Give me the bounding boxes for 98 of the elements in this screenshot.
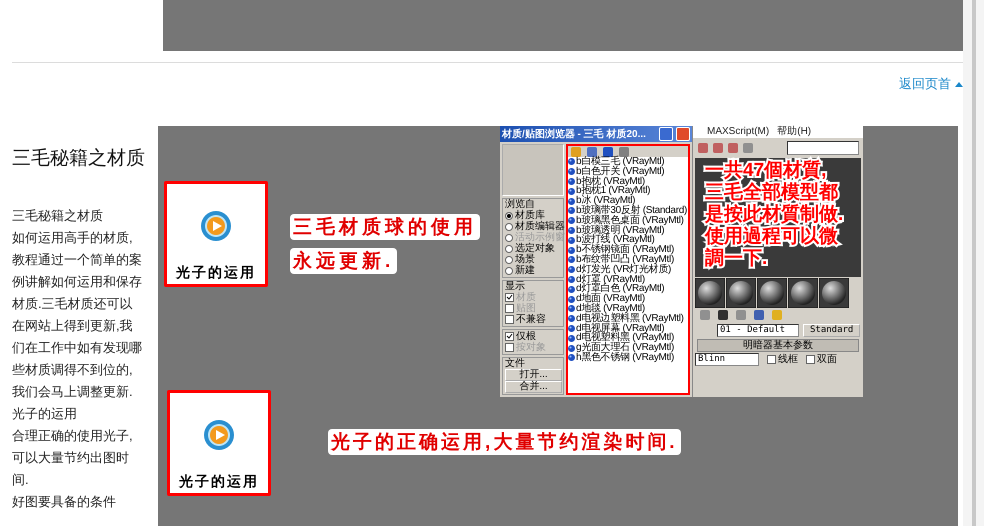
sphere-icon (568, 207, 575, 214)
menu-item[interactable]: MAXScript(M) (707, 127, 770, 137)
material-item[interactable]: d地面 (VRayMtl) (568, 294, 688, 304)
material-item[interactable]: b玻璃透明 (VRayMtl) (568, 226, 688, 236)
tile-label: 光子的运用 (179, 473, 259, 491)
overlay-note: 三毛全部模型都 (705, 182, 838, 204)
paragraph: 光子的运用 (12, 405, 78, 423)
material-slot[interactable] (726, 278, 756, 308)
material-item[interactable]: b白色开关 (VRayMtl) (568, 166, 688, 177)
help-button[interactable] (659, 127, 673, 141)
material-slot[interactable] (788, 278, 818, 308)
shader-dropdown[interactable]: Blinn (695, 353, 759, 366)
paragraph: 合理正确的使用光子,可以大量节约出图时间. (12, 427, 134, 489)
group-label: 浏览自 (505, 200, 535, 210)
sphere-icon (568, 217, 575, 224)
selection-combo[interactable] (787, 141, 859, 155)
file-button[interactable]: 合并... (505, 381, 562, 393)
sphere-icon (568, 315, 575, 322)
radio-option[interactable]: 新建 (505, 265, 562, 276)
play-icon (200, 210, 232, 242)
material-name-field[interactable]: 01 - Default (717, 324, 799, 336)
section-title: 三毛秘籍之材质 (12, 147, 146, 171)
material-slot[interactable] (695, 278, 725, 308)
material-item[interactable]: b玻璃黑色桌面 (VRayMtl) (568, 216, 688, 226)
radio-option[interactable]: 场景 (505, 254, 562, 265)
banner-caption: 永远更新. (290, 248, 398, 274)
sphere-icon (568, 256, 575, 264)
material-item[interactable]: b抱枕 (VRayMtl) (568, 176, 688, 186)
sphere-icon (568, 354, 575, 362)
material-item[interactable]: b波打线 (VRayMtl) (568, 235, 688, 246)
sphere-icon (568, 188, 575, 195)
material-item[interactable]: b不锈钢镜面 (VRayMtl) (568, 245, 688, 255)
sphere-icon (568, 344, 575, 352)
sphere-icon (568, 198, 575, 205)
material-slot[interactable] (819, 278, 849, 308)
sphere-icon (568, 266, 575, 274)
sphere-icon (568, 178, 575, 185)
material-item[interactable]: b布纹带凹凸 (VRayMtl) (568, 254, 688, 265)
sphere-icon (568, 324, 575, 332)
paragraph: 三毛秘籍之材质 (12, 207, 104, 225)
material-item[interactable]: d灯发光 (VR灯光材质) (568, 264, 688, 275)
checkbox-option[interactable]: 双面 (806, 354, 837, 365)
sphere-icon (568, 246, 575, 254)
tool-icon[interactable] (717, 309, 729, 321)
material-item[interactable]: d灯罩 (VRayMtl) (568, 274, 688, 284)
back-to-top-link[interactable]: 返回页首 (899, 75, 963, 93)
material-item[interactable]: g光面大理石 (VRayMtl) (568, 343, 688, 353)
tool-icon[interactable] (602, 146, 614, 158)
sphere-icon (568, 168, 575, 176)
group-label: 显示 (505, 282, 525, 292)
banner-caption: 光子的正确运用,大量节约渲染时间. (328, 429, 681, 455)
checkbox-option[interactable]: 仅根 (505, 331, 562, 342)
overlay-note: 調一下. (705, 248, 768, 270)
checkbox-option[interactable]: 线框 (767, 354, 798, 365)
sphere-icon (568, 276, 575, 283)
material-item[interactable]: h黑色不锈钢 (VRayMtl) (568, 352, 688, 363)
checkbox[interactable] (505, 315, 514, 324)
sphere-icon (568, 226, 575, 234)
play-icon (203, 419, 235, 451)
tile-label: 光子的运用 (176, 264, 256, 282)
video-tile[interactable]: 光子的运用 (167, 390, 271, 496)
checkbox[interactable] (505, 332, 514, 341)
tool-icon[interactable] (586, 146, 598, 158)
overlay-note: 一共47個材質, (705, 160, 826, 182)
banner-caption: 三毛材质球的使用 (290, 214, 480, 240)
video-tile[interactable]: 光子的运用 (164, 181, 268, 287)
rollout-header[interactable]: 明暗器基本参数 (697, 339, 859, 352)
material-item[interactable]: d电视屏幕 (VRayMtl) (568, 324, 688, 334)
sphere-icon (568, 236, 575, 244)
checkbox[interactable] (767, 355, 776, 364)
paragraph: 如何运用高手的材质,教程通过一个简单的案例讲解如何运用和保存材质.三毛材质还可以在网站上得到更新,我们在工作中如有发现哪些材质调得不到位的,我们会马上调整更新. (12, 229, 143, 401)
paragraph: 好图要具备的条件 (12, 493, 117, 511)
group-label: 文件 (505, 359, 525, 369)
radio-option[interactable]: 材质编辑器 (505, 221, 562, 232)
overlay-note: 是按此材質制做. (705, 204, 844, 226)
window-title: 材质/贴图浏览器 - 三毛 材质20... (502, 128, 647, 141)
material-slot[interactable] (757, 278, 787, 308)
checkbox[interactable] (806, 355, 815, 364)
material-item[interactable]: b白模三毛 (VRayMtl) (568, 157, 688, 167)
sphere-icon (568, 296, 575, 303)
file-button[interactable]: 打开... (505, 369, 562, 381)
overlay-note: 使用過程可以微 (705, 226, 838, 248)
checkbox-option[interactable]: 不兼容 (505, 314, 562, 325)
material-item[interactable]: b玻璃带30反射 (Standard) (568, 206, 688, 216)
material-item[interactable]: d地毯 (VRayMtl) (568, 304, 688, 314)
sphere-icon (568, 286, 575, 293)
material-type-button[interactable]: Standard (803, 324, 860, 336)
radio-option[interactable]: 选定对象 (505, 243, 562, 254)
material-item[interactable]: b冰 (VRayMtl) (568, 196, 688, 206)
sphere-icon (568, 158, 575, 166)
material-item[interactable]: d电视边塑料黑 (VRayMtl) (568, 314, 688, 324)
scrollbar[interactable] (963, 0, 984, 526)
caret-up-icon (955, 82, 963, 86)
radio-option[interactable]: 材质库 (505, 210, 562, 221)
close-button[interactable] (676, 127, 690, 141)
sphere-icon (568, 334, 575, 342)
menu-item[interactable]: 帮助(H) (777, 127, 812, 137)
sphere-icon (568, 305, 575, 312)
